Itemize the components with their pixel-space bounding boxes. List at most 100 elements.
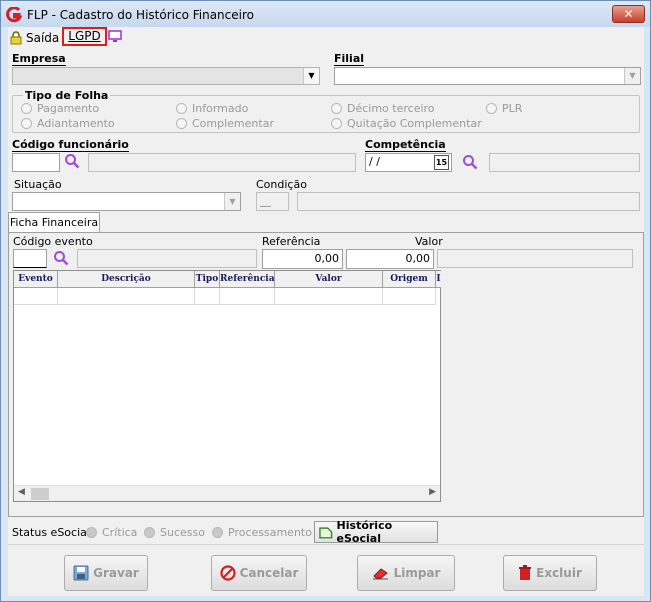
- grid-col-extra[interactable]: I: [436, 271, 441, 287]
- radio-informado[interactable]: Informado: [176, 102, 248, 115]
- document-icon: [319, 527, 333, 539]
- radio-plr-label: PLR: [502, 102, 523, 115]
- codigo-evento-label: Código evento: [13, 235, 93, 248]
- search-icon[interactable]: [64, 153, 80, 169]
- gravar-label: Gravar: [93, 566, 139, 580]
- client-area: Saída LGPD Empresa ▼ Filial ▼ Tipo de Fo…: [8, 27, 644, 596]
- radio-decimo-terceiro-label: Décimo terceiro: [347, 102, 435, 115]
- grid-col-referencia[interactable]: Referência: [220, 271, 275, 287]
- menu-saida-label: Saída: [26, 31, 60, 45]
- radio-circle-icon: [331, 103, 342, 114]
- window-title: FLP - Cadastro do Histórico Financeiro: [27, 8, 254, 22]
- status-processamento: Processamento: [212, 526, 312, 539]
- radio-adiantamento[interactable]: Adiantamento: [21, 117, 115, 130]
- chevron-down-icon[interactable]: ▼: [303, 68, 319, 84]
- historico-esocial-button[interactable]: Histórico eSocial: [314, 519, 438, 545]
- status-sucesso-label: Sucesso: [160, 526, 205, 539]
- filial-label: Filial: [334, 52, 365, 66]
- status-sucesso: Sucesso: [144, 526, 205, 539]
- radio-quitacao-complementar[interactable]: Quitação Complementar: [331, 117, 482, 130]
- status-critica-label: Crítica: [102, 526, 138, 539]
- valor-extra-field: [437, 249, 633, 268]
- cancel-icon: [219, 565, 236, 581]
- tipo-de-folha-title: Tipo de Folha: [23, 89, 111, 102]
- menu-lgpd[interactable]: LGPD: [62, 27, 107, 46]
- app-logo-icon: [6, 7, 22, 23]
- menu-saida[interactable]: Saída: [10, 29, 59, 47]
- cancelar-label: Cancelar: [239, 566, 299, 580]
- radio-complementar-label: Complementar: [192, 117, 274, 130]
- limpar-label: Limpar: [393, 566, 441, 580]
- empresa-label: Empresa: [12, 52, 66, 66]
- status-processamento-label: Processamento: [228, 526, 312, 539]
- eraser-icon: [372, 568, 388, 580]
- grid-header: Evento Descrição Tipo Referência Valor O…: [14, 271, 441, 288]
- search-icon[interactable]: [462, 154, 478, 170]
- status-dot-icon: [212, 527, 223, 538]
- radio-circle-icon: [486, 103, 497, 114]
- competencia-desc-field: [489, 153, 640, 172]
- competencia-value: / /: [369, 155, 380, 168]
- radio-pagamento[interactable]: Pagamento: [21, 102, 99, 115]
- radio-quitacao-complementar-label: Quitação Complementar: [347, 117, 482, 130]
- condicao-label: Condição: [256, 178, 307, 191]
- radio-adiantamento-label: Adiantamento: [37, 117, 115, 130]
- referencia-input[interactable]: 0,00: [262, 249, 343, 269]
- status-dot-icon: [86, 527, 97, 538]
- funcionario-nome-field: [88, 153, 356, 172]
- radio-circle-icon: [176, 118, 187, 129]
- valor-label: Valor: [415, 235, 443, 248]
- status-critica: Crítica: [86, 526, 137, 539]
- referencia-label: Referência: [262, 235, 321, 248]
- search-icon[interactable]: [53, 250, 69, 266]
- grid-col-valor[interactable]: Valor: [275, 271, 383, 287]
- cancelar-button[interactable]: Cancelar: [211, 555, 307, 591]
- table-row[interactable]: [14, 288, 436, 305]
- main-window: FLP - Cadastro do Histórico Financeiro ✕…: [0, 0, 651, 602]
- evento-desc-field: [77, 249, 257, 268]
- chevron-down-icon[interactable]: ▼: [624, 68, 640, 84]
- radio-circle-icon: [21, 103, 32, 114]
- codigo-evento-input[interactable]: [13, 249, 47, 268]
- title-bar[interactable]: FLP - Cadastro do Histórico Financeiro ✕: [1, 1, 650, 27]
- limpar-button[interactable]: Limpar: [357, 555, 455, 591]
- grid-col-origem[interactable]: Origem: [383, 271, 436, 287]
- save-icon: [73, 565, 89, 581]
- calendar-icon[interactable]: 15: [434, 155, 449, 170]
- gravar-button[interactable]: Gravar: [64, 555, 148, 591]
- valor-input[interactable]: 0,00: [346, 249, 434, 269]
- excluir-button[interactable]: Excluir: [503, 555, 597, 591]
- close-button[interactable]: ✕: [612, 5, 645, 23]
- scroll-right-icon[interactable]: ▶: [429, 487, 436, 497]
- radio-decimo-terceiro[interactable]: Décimo terceiro: [331, 102, 435, 115]
- codigo-funcionario-input[interactable]: [12, 153, 60, 172]
- situacao-combo[interactable]: ▼: [12, 192, 241, 211]
- situacao-label: Situação: [14, 178, 62, 191]
- codigo-funcionario-label: Código funcionário: [12, 138, 129, 152]
- tab-ficha-financeira[interactable]: Ficha Financeira: [8, 212, 100, 232]
- empresa-combo[interactable]: ▼: [12, 67, 320, 85]
- competencia-input[interactable]: / / 15: [365, 153, 452, 172]
- radio-circle-icon: [331, 118, 342, 129]
- historico-esocial-label: Histórico eSocial: [336, 519, 393, 545]
- monitor-icon[interactable]: [108, 30, 122, 43]
- chevron-down-icon[interactable]: ▼: [224, 193, 240, 210]
- status-dot-icon: [144, 527, 155, 538]
- condicao-code-field: __: [256, 192, 289, 211]
- filial-combo[interactable]: ▼: [334, 67, 641, 85]
- grid-col-evento[interactable]: Evento: [14, 271, 58, 287]
- eventos-grid[interactable]: Evento Descrição Tipo Referência Valor O…: [13, 270, 441, 502]
- grid-col-descricao[interactable]: Descrição: [58, 271, 195, 287]
- competencia-label: Competência: [365, 138, 446, 152]
- horizontal-scrollbar[interactable]: ◀ ▶: [14, 485, 440, 501]
- ficha-financeira-panel: Código evento Referência 0,00 Valor 0,00…: [8, 232, 644, 517]
- scroll-left-icon[interactable]: ◀: [18, 487, 25, 497]
- radio-plr[interactable]: PLR: [486, 102, 522, 115]
- condicao-desc-field: [297, 192, 640, 211]
- scrollbar-thumb[interactable]: [31, 488, 49, 500]
- radio-pagamento-label: Pagamento: [37, 102, 100, 115]
- trash-icon: [519, 565, 532, 580]
- radio-complementar[interactable]: Complementar: [176, 117, 274, 130]
- excluir-label: Excluir: [536, 566, 582, 580]
- grid-col-tipo[interactable]: Tipo: [195, 271, 220, 287]
